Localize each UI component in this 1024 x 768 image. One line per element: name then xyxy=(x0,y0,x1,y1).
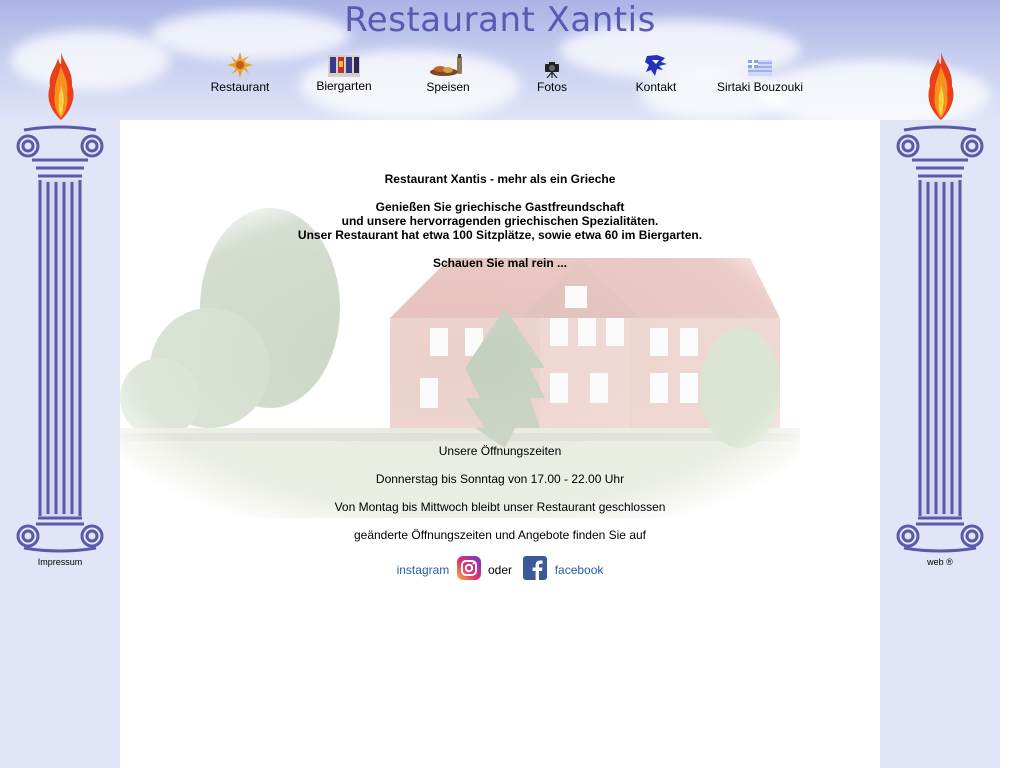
or-text: oder xyxy=(487,563,512,577)
opening-hours-open: Donnerstag bis Sonntag von 17.00 - 22.00… xyxy=(375,472,625,486)
intro-line-2: und unsere hervorragenden griechischen S… xyxy=(341,214,659,228)
instagram-icon[interactable] xyxy=(456,556,481,583)
camera-icon xyxy=(500,50,604,78)
greek-column-icon xyxy=(894,124,986,559)
sun-icon xyxy=(188,50,292,78)
look-in-text: Schauen Sie mal rein ... xyxy=(432,256,568,270)
intro-line-1: Genießen Sie griechische Gastfreundschaf… xyxy=(375,200,625,214)
nav-fotos[interactable]: Fotos xyxy=(500,50,604,94)
flame-icon xyxy=(926,52,956,125)
web-credit-link[interactable]: web ® xyxy=(880,557,1000,567)
header: Restaurant Xantis Restaurant Biergarten … xyxy=(0,0,1000,120)
flame-icon xyxy=(46,52,76,125)
greek-flag-icon xyxy=(708,50,812,78)
nav-label-sirtaki-bouzouki: Sirtaki Bouzouki xyxy=(716,80,804,94)
facebook-link[interactable]: facebook xyxy=(555,563,604,577)
main-content: Restaurant Xantis - mehr als ein Grieche… xyxy=(120,120,880,768)
right-sidebar: web ® xyxy=(880,0,1000,768)
headline: Restaurant Xantis - mehr als ein Grieche xyxy=(384,172,616,186)
nav-label-fotos: Fotos xyxy=(536,80,567,94)
facebook-icon[interactable] xyxy=(523,556,548,583)
opening-hours-closed: Von Montag bis Mittwoch bleibt unser Res… xyxy=(334,500,666,514)
page: Restaurant Xantis Restaurant Biergarten … xyxy=(0,0,1000,768)
greek-column-icon xyxy=(14,124,106,559)
nav-label-restaurant: Restaurant xyxy=(210,80,270,94)
food-icon xyxy=(396,50,500,78)
nav-label-speisen: Speisen xyxy=(426,80,470,94)
greece-map-icon xyxy=(604,50,708,78)
changed-hours-text: geänderte Öffnungszeiten und Angebote fi… xyxy=(353,528,646,542)
site-title: Restaurant Xantis xyxy=(344,0,656,40)
social-links: instagram oder facebook xyxy=(120,556,880,583)
impressum-link[interactable]: Impressum xyxy=(0,557,120,567)
nav-kontakt[interactable]: Kontakt xyxy=(604,50,708,94)
nav-label-kontakt: Kontakt xyxy=(635,80,677,94)
opening-hours-heading: Unsere Öffnungszeiten xyxy=(438,444,562,458)
nav-biergarten[interactable]: Biergarten xyxy=(292,49,396,93)
nav-restaurant[interactable]: Restaurant xyxy=(188,50,292,94)
intro-line-3: Unser Restaurant hat etwa 100 Sitzplätze… xyxy=(297,228,703,242)
beer-garden-icon xyxy=(292,49,396,77)
nav-sirtaki-bouzouki[interactable]: Sirtaki Bouzouki xyxy=(708,50,812,94)
instagram-link[interactable]: instagram xyxy=(397,563,450,577)
nav-speisen[interactable]: Speisen xyxy=(396,50,500,94)
left-sidebar: Impressum xyxy=(0,0,120,768)
nav-label-biergarten: Biergarten xyxy=(316,79,372,93)
